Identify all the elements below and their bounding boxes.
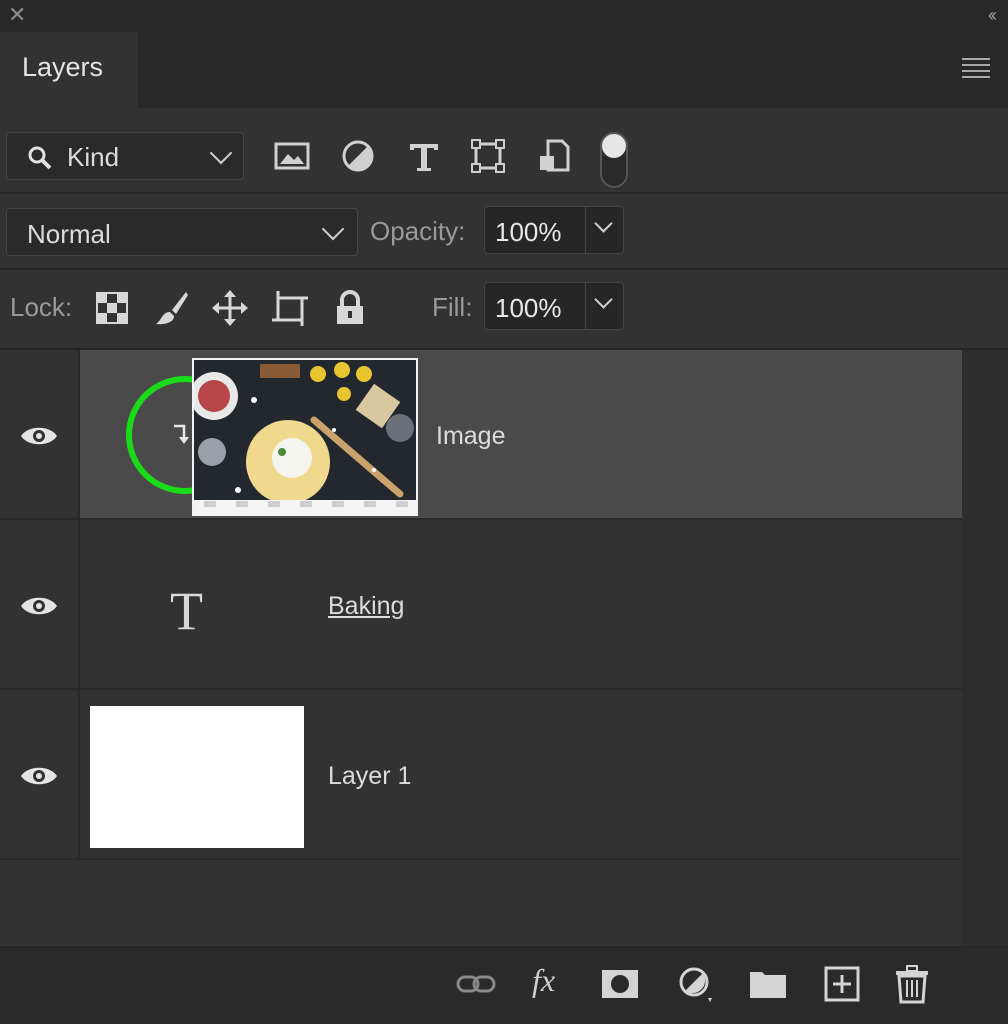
lock-options-bar: Lock: Fill: 100% bbox=[0, 270, 1008, 350]
panel-menu-icon[interactable] bbox=[962, 58, 990, 80]
close-icon[interactable]: ✕ bbox=[8, 4, 26, 26]
layer-thumbnail-image[interactable] bbox=[192, 358, 418, 516]
chevron-down-icon bbox=[209, 141, 233, 165]
search-icon bbox=[28, 146, 52, 170]
layer-style-fx-icon[interactable]: fx bbox=[532, 962, 555, 999]
layers-panel: ✕ ‹‹ Layers Kind Normal Opacity: 100% Lo… bbox=[0, 0, 1008, 1024]
type-layer-icon[interactable]: T bbox=[170, 580, 203, 642]
visibility-toggle[interactable] bbox=[0, 350, 80, 518]
eye-icon bbox=[21, 597, 57, 615]
filter-kind-label: Kind bbox=[67, 142, 120, 172]
blend-mode-select[interactable]: Normal bbox=[6, 208, 358, 256]
filter-toggle[interactable] bbox=[600, 132, 628, 188]
lock-artboard-icon[interactable] bbox=[270, 288, 310, 328]
chevron-down-icon bbox=[594, 290, 613, 309]
pixel-layer-filter-icon[interactable] bbox=[274, 138, 310, 174]
visibility-toggle[interactable] bbox=[0, 520, 80, 688]
visibility-toggle[interactable] bbox=[0, 690, 80, 858]
link-layers-icon[interactable] bbox=[456, 964, 496, 1004]
scrollbar-track[interactable] bbox=[962, 350, 1008, 946]
chevron-down-icon bbox=[321, 217, 345, 241]
layer-list: Image T Baking Layer 1 bbox=[0, 350, 1008, 946]
layer-name[interactable]: Baking bbox=[328, 592, 404, 621]
lock-label: Lock: bbox=[10, 292, 73, 322]
add-mask-icon[interactable] bbox=[600, 964, 640, 1004]
clipping-mask-arrow-icon bbox=[174, 424, 189, 444]
tab-label: Layers bbox=[22, 52, 104, 82]
lock-position-icon[interactable] bbox=[210, 288, 250, 328]
fill-label: Fill: bbox=[432, 292, 473, 322]
new-layer-icon[interactable] bbox=[822, 964, 862, 1004]
collapse-panel-icon[interactable]: ‹‹ bbox=[988, 4, 997, 26]
tab-layers[interactable]: Layers bbox=[0, 32, 138, 108]
blend-mode-value: Normal bbox=[27, 219, 111, 249]
smart-object-filter-icon[interactable] bbox=[536, 138, 572, 174]
eye-icon bbox=[21, 767, 57, 785]
layer-name[interactable]: Image bbox=[436, 422, 505, 451]
panel-title-bar: ✕ ‹‹ bbox=[0, 0, 1008, 32]
shape-layer-filter-icon[interactable] bbox=[470, 138, 506, 174]
opacity-value: 100% bbox=[495, 217, 562, 247]
layer-row-baking[interactable]: T Baking bbox=[0, 520, 962, 690]
adjustment-layer-icon[interactable] bbox=[676, 964, 716, 1004]
tab-bar: Layers bbox=[0, 32, 1008, 108]
opacity-label: Opacity: bbox=[370, 216, 466, 246]
layer-thumbnail-white[interactable] bbox=[90, 706, 304, 848]
layer-filter-bar: Kind bbox=[0, 108, 1008, 194]
delete-layer-icon[interactable] bbox=[892, 964, 932, 1004]
adjustment-layer-filter-icon[interactable] bbox=[340, 138, 376, 174]
layer-name[interactable]: Layer 1 bbox=[328, 762, 411, 791]
new-group-icon[interactable] bbox=[748, 964, 788, 1004]
eye-icon bbox=[21, 427, 57, 445]
layer-row-layer-1[interactable]: Layer 1 bbox=[0, 690, 962, 860]
fill-value: 100% bbox=[495, 293, 562, 323]
fill-dropdown-button[interactable] bbox=[585, 283, 623, 329]
toggle-knob bbox=[602, 134, 626, 158]
baking-photo-icon bbox=[194, 360, 416, 514]
lock-all-icon[interactable] bbox=[330, 288, 370, 328]
fill-field[interactable]: 100% bbox=[484, 282, 624, 330]
chevron-down-icon bbox=[594, 214, 613, 233]
layers-footer-toolbar: fx bbox=[0, 946, 1008, 1024]
lock-transparent-pixels-icon[interactable] bbox=[92, 288, 132, 328]
opacity-dropdown-button[interactable] bbox=[585, 207, 623, 253]
opacity-field[interactable]: 100% bbox=[484, 206, 624, 254]
type-layer-filter-icon[interactable] bbox=[406, 138, 442, 174]
layer-row-image[interactable]: Image bbox=[0, 350, 962, 520]
blend-options-bar: Normal Opacity: 100% bbox=[0, 194, 1008, 270]
filter-kind-select[interactable]: Kind bbox=[6, 132, 244, 180]
lock-image-pixels-icon[interactable] bbox=[152, 288, 192, 328]
